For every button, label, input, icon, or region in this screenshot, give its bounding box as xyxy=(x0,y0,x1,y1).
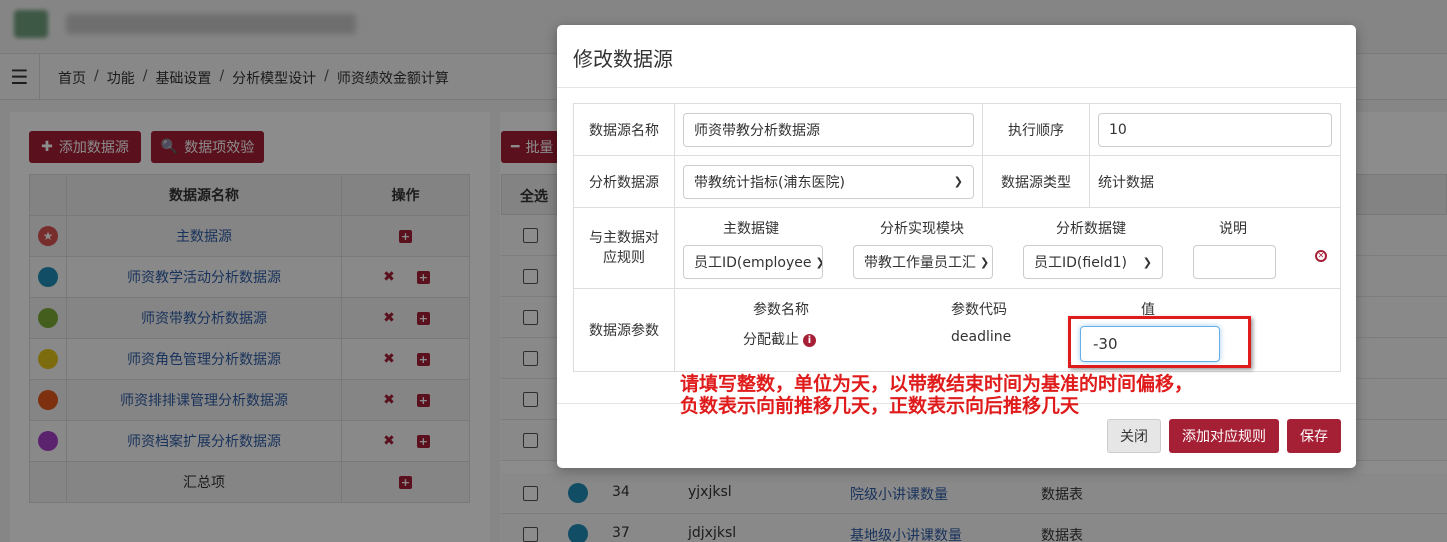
close-button[interactable]: 关闭 xyxy=(1107,419,1161,453)
highlight-box xyxy=(1068,316,1251,368)
type-label: 数据源类型 xyxy=(982,155,1090,208)
module-select[interactable]: 带教工作量员工汇 ❯ xyxy=(853,245,993,279)
rule-label: 与主数据对应规则 xyxy=(573,207,675,289)
chevron-down-icon: ❯ xyxy=(980,255,990,269)
order-label: 执行顺序 xyxy=(982,103,1090,156)
name-input[interactable]: 师资带教分析数据源 xyxy=(683,112,974,147)
name-label: 数据源名称 xyxy=(573,103,675,156)
param-name: 分配截止 i xyxy=(743,329,816,349)
param-code: deadline xyxy=(951,329,1012,345)
chevron-down-icon: ❯ xyxy=(1142,255,1152,269)
main-key-select[interactable]: 员工ID(employee❯ xyxy=(683,245,823,279)
save-button[interactable]: 保存 xyxy=(1287,419,1341,453)
analysis-key-select[interactable]: 员工ID(field1) ❯ xyxy=(1023,245,1163,279)
rule-row: 主数据键 分析实现模块 分析数据键 说明 员工ID(employee❯ 带教工作… xyxy=(675,208,1340,288)
modal-title: 修改数据源 xyxy=(573,47,673,71)
chevron-down-icon: ❯ xyxy=(815,256,822,269)
remove-rule-icon[interactable]: ✕ xyxy=(1315,250,1327,262)
annotation-note: 请填写整数，单位为天，以带教结束时间为基准的时间偏移， 负数表示向前推移几天，正… xyxy=(680,373,1194,417)
param-label: 数据源参数 xyxy=(573,288,675,372)
order-input[interactable]: 10 xyxy=(1098,112,1332,147)
description-input[interactable] xyxy=(1193,245,1276,279)
type-value: 统计数据 xyxy=(1089,155,1341,208)
source-label: 分析数据源 xyxy=(573,155,675,208)
add-rule-button[interactable]: 添加对应规则 xyxy=(1169,419,1279,453)
chevron-down-icon: ❯ xyxy=(953,175,963,188)
info-icon[interactable]: i xyxy=(803,333,816,347)
source-select[interactable]: 带教统计指标(浦东医院) ❯ xyxy=(683,164,974,199)
